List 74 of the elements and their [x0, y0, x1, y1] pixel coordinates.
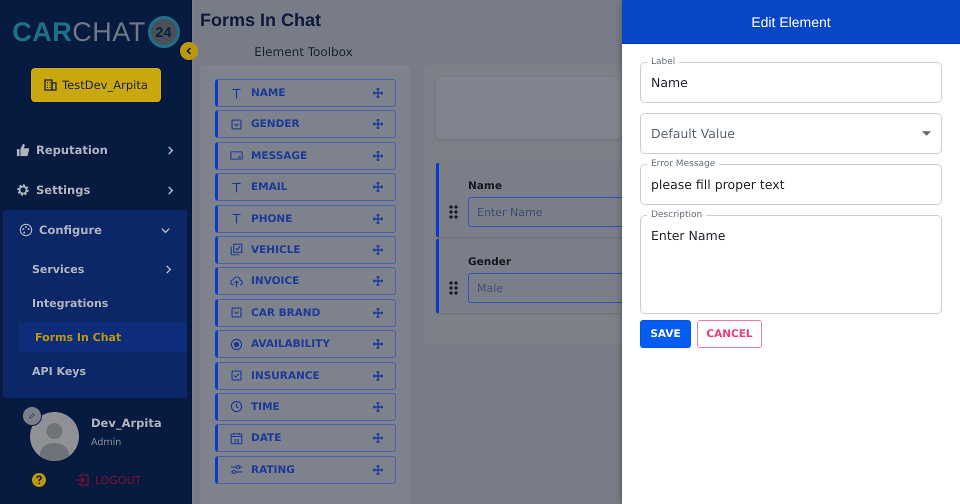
nav-item[interactable]: Reputation	[0, 130, 192, 170]
toolbox-item[interactable]: VEHICLE	[215, 236, 396, 264]
toolbox-item[interactable]: CAR BRAND	[215, 298, 396, 327]
toolbox-item[interactable]: PHONE	[215, 204, 396, 233]
cloud-upload-icon	[230, 274, 243, 288]
avatar	[30, 412, 79, 461]
move-icon	[373, 119, 383, 130]
move-icon	[373, 464, 383, 475]
move-icon	[373, 308, 383, 318]
user-role: Admin	[91, 437, 122, 448]
move-icon	[373, 402, 383, 412]
toolbox-item[interactable]: INSURANCE	[215, 362, 396, 390]
move-icon	[373, 150, 383, 161]
checkbox-icon	[230, 369, 243, 382]
move-icon	[373, 339, 383, 350]
thumbs-up-icon	[16, 143, 30, 157]
move-icon	[373, 214, 383, 224]
save-button[interactable]: SAVE	[640, 320, 691, 348]
nav-subitem[interactable]: Services	[19, 254, 187, 284]
toolbox-item[interactable]: NAME	[215, 79, 396, 107]
move-icon	[373, 370, 383, 381]
toolbox-item[interactable]: RATING	[215, 456, 396, 484]
drag-handle-icon[interactable]	[449, 281, 458, 295]
nav-subitem[interactable]: Forms In Chat	[19, 322, 187, 352]
toolbox-item[interactable]: MESSAGE	[215, 142, 396, 170]
edit-pencil-icon[interactable]	[22, 406, 42, 426]
palette-icon	[19, 223, 33, 237]
logo: CARCHAT 24	[0, 16, 192, 48]
drag-handle-icon[interactable]	[449, 205, 458, 219]
dropdown-box-icon	[230, 306, 243, 320]
toolbox-item[interactable]: EMAIL	[215, 173, 396, 202]
building-icon	[44, 79, 58, 91]
text-t-icon	[230, 86, 243, 100]
toolbox-item[interactable]: GENDER	[215, 110, 396, 138]
chevron-left-icon	[185, 47, 193, 55]
slider-icon	[230, 463, 243, 476]
logout-icon	[76, 474, 89, 486]
toolbox-item[interactable]: INVOICE	[215, 267, 396, 296]
nav-item[interactable]: Configure	[3, 210, 187, 250]
input-field[interactable]: Enter Name	[468, 197, 622, 227]
nav-subitem[interactable]: Integrations	[19, 288, 187, 318]
panel-title: Edit Element	[622, 0, 960, 44]
toolbox-title: Element Toolbox	[253, 45, 354, 61]
move-icon	[373, 244, 383, 255]
cancel-button[interactable]: CANCEL	[697, 320, 762, 348]
logout-button[interactable]: LOGOUT	[76, 474, 142, 486]
dropdown-field[interactable]: Default Value	[640, 113, 942, 154]
field-label: Name	[468, 180, 502, 192]
move-icon	[373, 182, 383, 192]
dealer-button[interactable]: TestDev_Arpita	[31, 68, 161, 102]
nav-item[interactable]: Settings	[0, 170, 192, 210]
user-name: Dev_Arpita	[91, 416, 162, 430]
field-label: Gender	[468, 256, 512, 268]
radio-icon	[230, 338, 243, 351]
toolbox-item[interactable]: TIME	[215, 392, 396, 421]
help-icon[interactable]	[32, 473, 46, 487]
page-title: Forms In Chat	[200, 10, 322, 31]
nav-subitem[interactable]: API Keys	[19, 356, 187, 386]
move-icon	[373, 88, 383, 98]
move-icon	[373, 276, 383, 286]
input-field[interactable]: Male	[468, 273, 622, 303]
clock-icon	[230, 400, 243, 414]
caret-icon	[922, 131, 931, 136]
field-label: Error Message	[647, 158, 720, 170]
stacked-checkbox-icon	[230, 243, 243, 256]
field-label: Description	[647, 209, 706, 221]
toolbox-item[interactable]: AVAILABILITY	[215, 330, 396, 358]
move-icon	[373, 433, 383, 444]
text-area-icon	[230, 149, 243, 162]
gear-icon	[16, 183, 30, 197]
text-t-icon	[230, 212, 243, 226]
collapse-button[interactable]	[180, 42, 198, 60]
dropdown-box-icon	[230, 118, 243, 131]
text-t-icon	[230, 180, 243, 194]
